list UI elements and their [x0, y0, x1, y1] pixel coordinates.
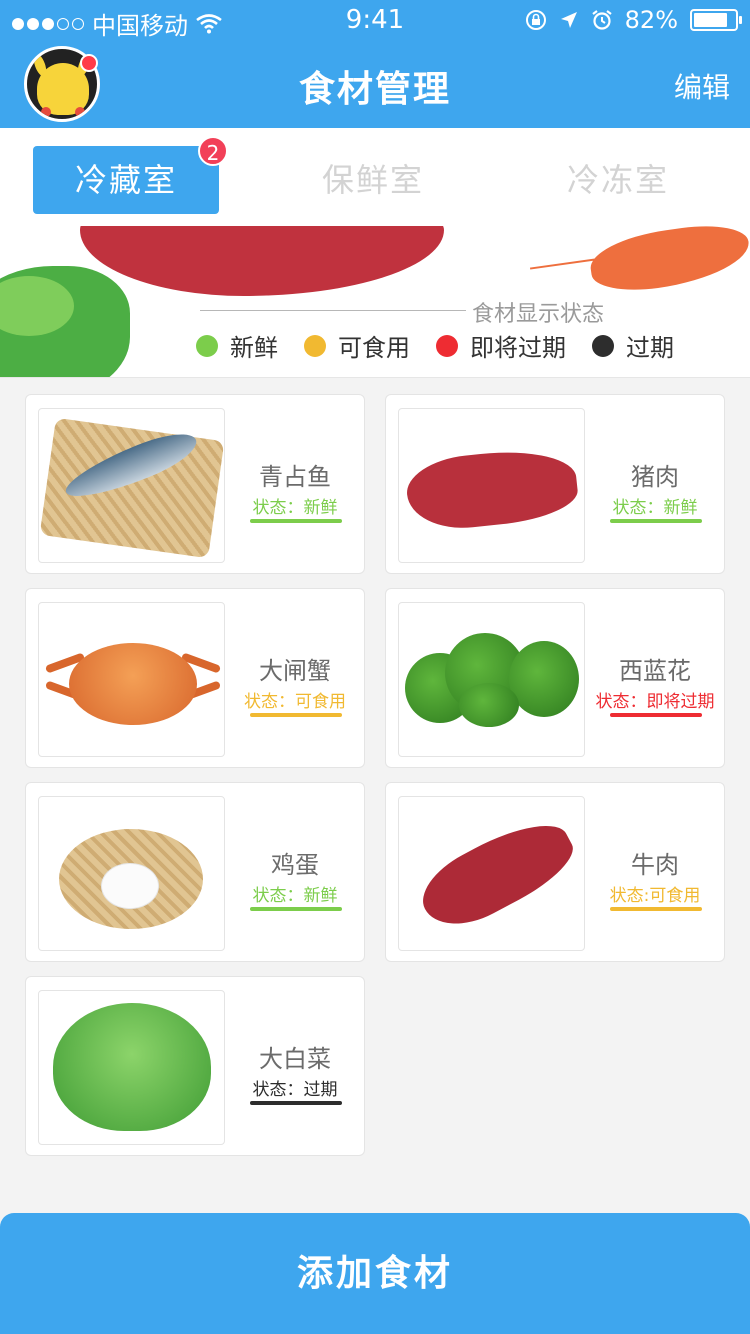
food-card-beef[interactable]: 牛肉 状态:可食用 — [385, 782, 725, 962]
location-arrow-icon — [560, 12, 577, 28]
food-status: 状态：新鲜 — [252, 498, 338, 518]
broccoli-image — [398, 602, 585, 757]
orientation-lock-icon — [525, 10, 546, 30]
steak-image — [80, 226, 444, 296]
lettuce-image — [0, 266, 130, 377]
food-name: 猪肉 — [631, 463, 679, 491]
status-legend-banner: 食材显示状态 新鲜 可食用 即将过期 过期 — [0, 226, 750, 378]
status-bar-indicator — [610, 713, 702, 717]
mackerel-image — [38, 408, 225, 563]
food-card-pork[interactable]: 猪肉 状态：新鲜 — [385, 394, 725, 574]
food-name: 青占鱼 — [259, 463, 331, 491]
food-card-crab[interactable]: 大闸蟹 状态：可食用 — [25, 588, 365, 768]
page-title: 食材管理 — [298, 69, 451, 110]
status-bar-indicator — [610, 519, 702, 523]
legend-item-expired: 过期 — [592, 328, 674, 363]
food-status: 状态：新鲜 — [252, 886, 338, 906]
status-bar-indicator — [250, 1101, 342, 1105]
status-bar-indicator — [250, 713, 342, 717]
food-card-mackerel[interactable]: 青占鱼 状态：新鲜 — [25, 394, 365, 574]
status-bar-indicator — [250, 907, 342, 911]
food-name: 大闸蟹 — [259, 657, 331, 685]
food-name: 大白菜 — [259, 1045, 331, 1073]
food-status: 状态：新鲜 — [612, 498, 698, 518]
status-bar-indicator — [610, 907, 702, 911]
tab-refrigerator[interactable]: 冷藏室 — [33, 146, 219, 214]
food-card-broccoli[interactable]: 西蓝花 状态：即将过期 — [385, 588, 725, 768]
food-status: 状态：过期 — [252, 1080, 338, 1100]
food-name: 牛肉 — [631, 851, 679, 879]
food-card-egg[interactable]: 鸡蛋 状态：新鲜 — [25, 782, 365, 962]
tab-freezer[interactable]: 冷冻室 — [525, 146, 711, 214]
legend-item-fresh: 新鲜 — [196, 328, 278, 363]
battery-icon — [690, 9, 742, 31]
legend-swatch — [592, 334, 614, 357]
crab-image — [38, 602, 225, 757]
food-name: 鸡蛋 — [271, 851, 319, 879]
food-status: 状态：即将过期 — [595, 692, 715, 712]
tab-crisper[interactable]: 保鲜室 — [280, 146, 466, 214]
edit-button[interactable]: 编辑 — [674, 66, 730, 106]
food-status: 状态:可食用 — [609, 886, 701, 906]
legend-swatch — [196, 334, 218, 357]
beef-image — [398, 796, 585, 951]
legend-item-expiring: 即将过期 — [436, 328, 566, 363]
legend-item-edible: 可食用 — [304, 328, 410, 363]
shrimp-image — [586, 226, 750, 297]
pork-image — [398, 408, 585, 563]
legend-swatch — [304, 334, 326, 357]
add-food-button[interactable]: 添加食材 — [0, 1213, 750, 1334]
food-card-cabbage[interactable]: 大白菜 状态：过期 — [25, 976, 365, 1156]
food-status: 状态：可食用 — [244, 692, 346, 712]
food-name: 西蓝花 — [619, 657, 691, 685]
tab-badge: 2 — [198, 136, 228, 166]
egg-image — [38, 796, 225, 951]
status-bar-indicator — [250, 519, 342, 523]
legend-divider — [200, 310, 466, 311]
storage-tabs: 冷藏室 保鲜室 冷冻室 — [0, 128, 750, 226]
top-bar: 中国移动 9:41 82% 食材管理 编辑 — [0, 0, 750, 128]
battery-percent: 82% — [624, 6, 678, 34]
status-legend: 新鲜 可食用 即将过期 过期 — [196, 328, 674, 363]
status-bar: 中国移动 9:41 82% — [0, 0, 750, 40]
legend-swatch — [436, 334, 458, 357]
legend-title: 食材显示状态 — [472, 302, 605, 327]
alarm-icon — [591, 10, 612, 30]
lettuce-image — [38, 990, 225, 1145]
